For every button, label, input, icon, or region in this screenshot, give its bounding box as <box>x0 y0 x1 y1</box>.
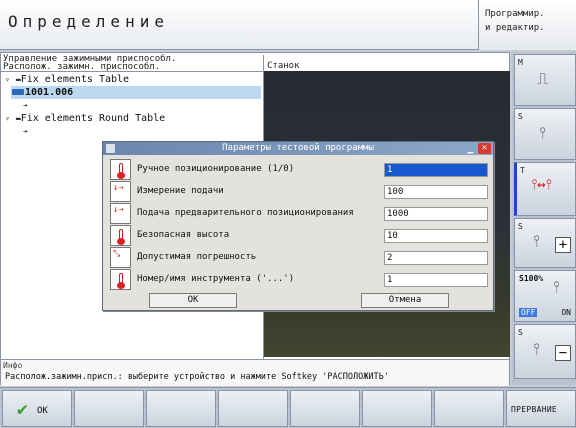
info-message: Располож.зажимн.присп.: выберите устройс… <box>5 372 389 382</box>
dialog-title: Параметры тестовой программы <box>222 143 374 153</box>
info-label: Инфо <box>3 361 23 370</box>
manual-positioning-input[interactable]: 1 <box>384 163 488 177</box>
field-tool-number: Номер/имя инструмента ('...') 1 <box>110 269 490 291</box>
field-prepositioning-feed: ↓⇢ Подача предварительного позиционирова… <box>110 203 490 225</box>
fixture-heading: Управление зажимными приспособл. Располо… <box>3 55 176 72</box>
tolerance-input[interactable]: 2 <box>384 251 488 265</box>
softkey-cancel[interactable]: ПРЕРВАНИЕ <box>506 390 576 427</box>
tree-leaf[interactable]: ➔ <box>23 125 28 138</box>
tree-item-fixture-selected[interactable]: 1001.006 <box>11 86 261 99</box>
softkey-empty[interactable] <box>74 390 144 427</box>
softkey-empty[interactable] <box>290 390 360 427</box>
field-label: Допустимая погрешность <box>137 252 257 262</box>
spindle-icon: ⫯ <box>533 339 540 358</box>
checkmark-icon: ✔ <box>17 399 28 420</box>
softkey-label: S <box>518 222 523 231</box>
expand-triangle-icon[interactable]: ▿ <box>5 75 10 84</box>
softkey-label: OK <box>37 406 48 416</box>
field-manual-positioning: Ручное позиционирование (1/0) 1 <box>110 159 490 181</box>
field-label: Номер/имя инструмента ('...') <box>137 274 295 284</box>
dialog-cancel-button[interactable]: Отмена <box>361 293 449 308</box>
measure-feed-icon: ↓⇢ <box>110 181 131 202</box>
expand-triangle-icon[interactable]: ▿ <box>5 114 10 123</box>
plus-icon: + <box>555 237 571 253</box>
field-label: Измерение подачи <box>137 186 224 196</box>
header-bar: Определение Программир. и редактир. <box>0 0 576 50</box>
bottom-softkey-bar: ✔ OK ПРЕРВАНИЕ <box>0 387 576 428</box>
softkey-label: T <box>520 166 525 175</box>
softkey-empty[interactable] <box>362 390 432 427</box>
dialog-titlebar[interactable]: Параметры тестовой программы ▁ ✕ <box>103 142 493 155</box>
fixture-icon <box>12 89 24 95</box>
spindle-icon: ⫯ <box>539 123 546 142</box>
mode-line-1: Программир. <box>485 9 545 19</box>
arrow-leaf-icon: ➔ <box>23 101 28 110</box>
dialog-ok-button[interactable]: OK <box>149 293 237 308</box>
on-state: ON <box>561 308 571 317</box>
softkey-spindle-minus[interactable]: S ⫯ − <box>514 324 576 379</box>
softkey-label: S <box>518 328 523 337</box>
mode-indicator: Программир. и редактир. <box>478 0 576 50</box>
measure-feed-input[interactable]: 100 <box>384 185 488 199</box>
softkey-empty[interactable] <box>218 390 288 427</box>
softkey-spindle-plus[interactable]: S ⫯ + <box>514 218 576 268</box>
softkey-spindle-override[interactable]: S100% ⫯ OFF ON <box>514 270 576 322</box>
machine-function-icon: ⎍ <box>537 69 549 88</box>
close-button[interactable]: ✕ <box>478 143 491 154</box>
tree-leaf[interactable]: ➔ <box>23 99 28 112</box>
machine-label: Станок <box>267 61 300 71</box>
minus-icon: − <box>555 345 571 361</box>
fixture-heading-line-2: Располож. зажимн. приспособл. <box>3 62 161 72</box>
field-safety-height: Безопасная высота 10 <box>110 225 490 247</box>
spindle-icon: ⫯ <box>553 277 560 296</box>
softkey-empty[interactable] <box>146 390 216 427</box>
off-state: OFF <box>519 308 538 317</box>
prepositioning-feed-icon: ↓⇢ <box>110 203 131 224</box>
tool-change-icon: ⫯↔⫯ <box>531 177 552 193</box>
divider <box>1 71 263 72</box>
softkey-spindle[interactable]: S ⫯ <box>514 108 576 160</box>
softkey-empty[interactable] <box>434 390 504 427</box>
info-bar: Инфо Располож.зажимн.присп.: выберите ус… <box>1 359 509 386</box>
arrow-leaf-icon: ➔ <box>23 127 28 136</box>
field-measure-feed: ↓⇢ Измерение подачи 100 <box>110 181 490 203</box>
tree-item-fix-elements-round-table[interactable]: ▿ ▬Fix elements Round Table <box>5 112 165 125</box>
field-tolerance: ⤡ Допустимая погрешность 2 <box>110 247 490 269</box>
test-program-dialog: Параметры тестовой программы ▁ ✕ Ручное … <box>102 141 494 311</box>
tool-number-input[interactable]: 1 <box>384 273 488 287</box>
mode-line-2: и редактир. <box>485 23 545 33</box>
softkey-tool[interactable]: T ⫯↔⫯ <box>514 162 576 216</box>
tolerance-icon: ⤡ <box>110 247 131 268</box>
softkey-ok[interactable]: ✔ OK <box>2 390 72 427</box>
override-percent: S100% <box>519 274 544 283</box>
manual-positioning-icon <box>110 159 131 180</box>
tree-item-fix-elements-table[interactable]: ▿ ▬Fix elements Table <box>5 73 129 86</box>
right-softkey-column: M ⎍ S ⫯ T ⫯↔⫯ S ⫯ + S100% ⫯ OFF ON S ⫯ − <box>512 52 576 385</box>
spindle-icon: ⫯ <box>533 231 540 250</box>
softkey-label: M <box>518 58 523 67</box>
screen-title: Определение <box>8 12 169 31</box>
safety-height-icon <box>110 225 131 246</box>
prepositioning-feed-input[interactable]: 1000 <box>384 207 488 221</box>
field-label: Ручное позиционирование (1/0) <box>137 164 295 174</box>
field-label: Подача предварительного позиционирования <box>137 208 354 218</box>
softkey-label: ПРЕРВАНИЕ <box>511 405 558 414</box>
field-label: Безопасная высота <box>137 230 230 240</box>
softkey-m-function[interactable]: M ⎍ <box>514 54 576 106</box>
softkey-label: S <box>518 112 523 121</box>
safety-height-input[interactable]: 10 <box>384 229 488 243</box>
minimize-icon[interactable]: ▁ <box>468 143 473 156</box>
dialog-app-icon <box>106 144 115 153</box>
tool-number-icon <box>110 269 131 290</box>
